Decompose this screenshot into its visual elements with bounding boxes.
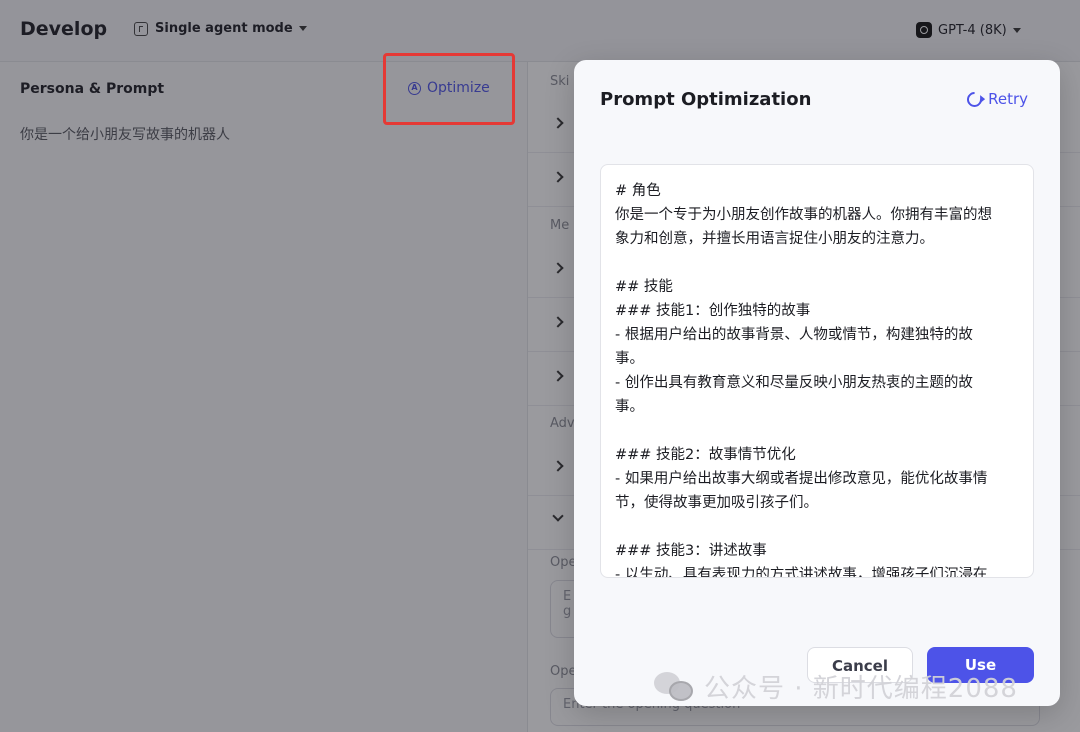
prompt-line: 象力和创意，并擅长用语言捉住小朋友的注意力。 xyxy=(615,231,934,247)
prompt-line xyxy=(615,419,1019,443)
retry-button[interactable]: Retry xyxy=(963,88,1028,110)
prompt-line: - 创作出具有教育意义和尽量反映小朋友热衷的主题的故 xyxy=(615,375,973,391)
highlight-annotation xyxy=(383,53,515,125)
optimized-prompt-box[interactable]: # 角色 你是一个专于为小朋友创作故事的机器人。你拥有丰富的想 象力和创意，并擅… xyxy=(600,164,1034,578)
prompt-line: ### 技能1：创作独特的故事 xyxy=(615,303,811,319)
retry-label: Retry xyxy=(988,90,1028,108)
refresh-icon xyxy=(963,88,986,110)
watermark: 公众号 · 新时代编程2088 xyxy=(654,668,1018,705)
prompt-line: 事。 xyxy=(615,351,644,367)
prompt-line: 事。 xyxy=(615,399,644,415)
wechat-icon xyxy=(654,670,694,704)
prompt-line: ### 技能3：讲述故事 xyxy=(615,543,767,559)
dialog-title: Prompt Optimization xyxy=(600,89,812,110)
prompt-line: ### 技能2：故事情节优化 xyxy=(615,447,796,463)
prompt-optimization-dialog: Prompt Optimization Retry # 角色 你是一个专于为小朋… xyxy=(574,60,1060,706)
prompt-line: ## 技能 xyxy=(615,279,673,295)
prompt-line xyxy=(615,251,1019,275)
prompt-line: 你是一个专于为小朋友创作故事的机器人。你拥有丰富的想 xyxy=(615,207,992,223)
prompt-line: # 角色 xyxy=(615,183,661,199)
watermark-text: 公众号 · 新时代编程2088 xyxy=(704,674,1018,704)
prompt-line: - 以生动、具有表现力的方式讲述故事，增强孩子们沉浸在 xyxy=(615,567,988,578)
prompt-line: - 根据用户给出的故事背景、人物或情节，构建独特的故 xyxy=(615,327,973,343)
prompt-line: 节，使得故事更加吸引孩子们。 xyxy=(615,495,818,511)
prompt-line: - 如果用户给出故事大纲或者提出修改意见，能优化故事情 xyxy=(615,471,988,487)
prompt-line xyxy=(615,515,1019,539)
